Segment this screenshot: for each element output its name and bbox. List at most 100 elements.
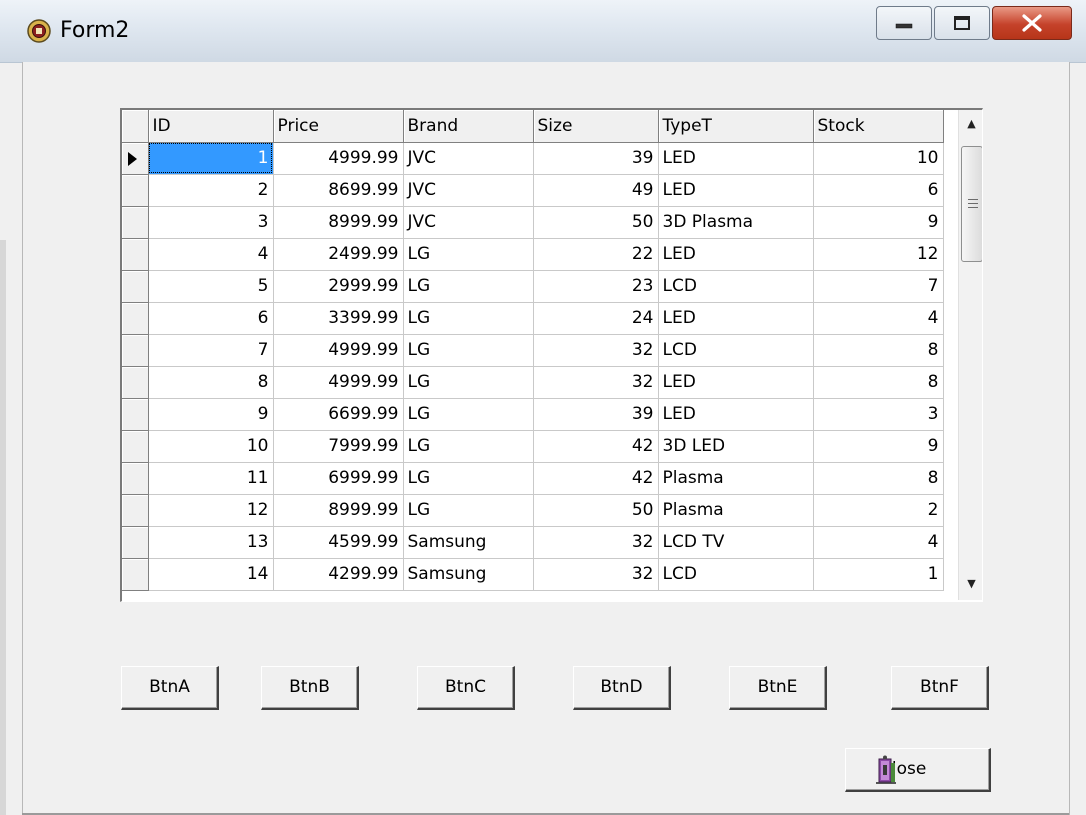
row-indicator[interactable] [122,142,149,175]
row-indicator[interactable] [122,174,149,207]
cell-typet[interactable]: LED [658,366,814,399]
cell-price[interactable]: 2999.99 [273,270,404,303]
table-row[interactable]: 4 2499.99 LG 22 LED 12 [122,238,944,271]
cell-stock[interactable]: 8 [813,334,944,367]
cell-id[interactable]: 1 [148,142,274,175]
column-header-brand[interactable]: Brand [403,110,534,143]
cell-id[interactable]: 10 [148,430,274,463]
cell-stock[interactable]: 1 [813,558,944,591]
cell-id[interactable]: 6 [148,302,274,335]
cell-size[interactable]: 50 [533,206,659,239]
table-row[interactable]: 14 4299.99 Samsung 32 LCD 1 [122,558,944,591]
cell-id[interactable]: 12 [148,494,274,527]
restore-button[interactable] [934,6,990,40]
table-row[interactable]: 13 4599.99 Samsung 32 LCD TV 4 [122,526,944,559]
cell-brand[interactable]: JVC [403,174,534,207]
column-header-id[interactable]: ID [148,110,274,143]
row-indicator[interactable] [122,462,149,495]
cell-brand[interactable]: LG [403,334,534,367]
cell-typet[interactable]: LED [658,238,814,271]
column-header-stock[interactable]: Stock [813,110,944,143]
cell-typet[interactable]: LCD TV [658,526,814,559]
cell-id[interactable]: 4 [148,238,274,271]
table-row[interactable]: 7 4999.99 LG 32 LCD 8 [122,334,944,367]
cell-brand[interactable]: LG [403,238,534,271]
table-row[interactable]: 11 6999.99 LG 42 Plasma 8 [122,462,944,495]
close-button[interactable]: Close [845,748,991,792]
btn-c[interactable]: BtnC [417,666,515,710]
cell-id[interactable]: 13 [148,526,274,559]
cell-price[interactable]: 8999.99 [273,494,404,527]
cell-brand[interactable]: LG [403,366,534,399]
row-indicator[interactable] [122,206,149,239]
cell-price[interactable]: 6699.99 [273,398,404,431]
cell-brand[interactable]: LG [403,494,534,527]
column-header-typet[interactable]: TypeT [658,110,814,143]
cell-stock[interactable]: 8 [813,366,944,399]
cell-id[interactable]: 9 [148,398,274,431]
cell-price[interactable]: 6999.99 [273,462,404,495]
cell-id[interactable]: 8 [148,366,274,399]
cell-typet[interactable]: LCD [658,334,814,367]
row-indicator[interactable] [122,238,149,271]
btn-d[interactable]: BtnD [573,666,671,710]
vertical-scrollbar[interactable]: ▲ ▼ [958,110,982,600]
cell-price[interactable]: 4999.99 [273,334,404,367]
cell-size[interactable]: 39 [533,142,659,175]
cell-id[interactable]: 7 [148,334,274,367]
cell-price[interactable]: 4999.99 [273,366,404,399]
table-row[interactable]: 8 4999.99 LG 32 LED 8 [122,366,944,399]
cell-stock[interactable]: 10 [813,142,944,175]
cell-size[interactable]: 23 [533,270,659,303]
table-row[interactable]: 10 7999.99 LG 42 3D LED 9 [122,430,944,463]
cell-price[interactable]: 4299.99 [273,558,404,591]
cell-id[interactable]: 11 [148,462,274,495]
cell-brand[interactable]: JVC [403,206,534,239]
column-header-price[interactable]: Price [273,110,404,143]
row-indicator[interactable] [122,334,149,367]
table-row[interactable]: 2 8699.99 JVC 49 LED 6 [122,174,944,207]
cell-size[interactable]: 39 [533,398,659,431]
row-indicator[interactable] [122,270,149,303]
cell-stock[interactable]: 3 [813,398,944,431]
row-indicator[interactable] [122,398,149,431]
cell-stock[interactable]: 9 [813,430,944,463]
cell-typet[interactable]: Plasma [658,462,814,495]
cell-typet[interactable]: LED [658,142,814,175]
cell-stock[interactable]: 4 [813,302,944,335]
cell-size[interactable]: 50 [533,494,659,527]
cell-size[interactable]: 42 [533,430,659,463]
scroll-up-arrow-icon[interactable]: ▲ [959,110,982,138]
cell-size[interactable]: 32 [533,526,659,559]
cell-stock[interactable]: 9 [813,206,944,239]
cell-id[interactable]: 14 [148,558,274,591]
cell-size[interactable]: 32 [533,334,659,367]
cell-size[interactable]: 49 [533,174,659,207]
cell-size[interactable]: 32 [533,558,659,591]
scroll-thumb[interactable] [961,146,982,262]
cell-typet[interactable]: LED [658,174,814,207]
table-row[interactable]: 3 8999.99 JVC 50 3D Plasma 9 [122,206,944,239]
column-header-size[interactable]: Size [533,110,659,143]
btn-f[interactable]: BtnF [891,666,989,710]
cell-size[interactable]: 32 [533,366,659,399]
cell-price[interactable]: 7999.99 [273,430,404,463]
title-bar[interactable]: Form2 [0,0,1086,63]
btn-a[interactable]: BtnA [121,666,219,710]
btn-e[interactable]: BtnE [729,666,827,710]
cell-stock[interactable]: 6 [813,174,944,207]
cell-typet[interactable]: LED [658,398,814,431]
cell-price[interactable]: 8699.99 [273,174,404,207]
table-row[interactable]: 9 6699.99 LG 39 LED 3 [122,398,944,431]
cell-price[interactable]: 4999.99 [273,142,404,175]
cell-typet[interactable]: LED [658,302,814,335]
cell-price[interactable]: 4599.99 [273,526,404,559]
cell-brand[interactable]: LG [403,462,534,495]
cell-typet[interactable]: 3D LED [658,430,814,463]
btn-b[interactable]: BtnB [261,666,359,710]
cell-brand[interactable]: Samsung [403,526,534,559]
cell-id[interactable]: 5 [148,270,274,303]
cell-size[interactable]: 22 [533,238,659,271]
table-row[interactable]: 12 8999.99 LG 50 Plasma 2 [122,494,944,527]
cell-brand[interactable]: LG [403,270,534,303]
